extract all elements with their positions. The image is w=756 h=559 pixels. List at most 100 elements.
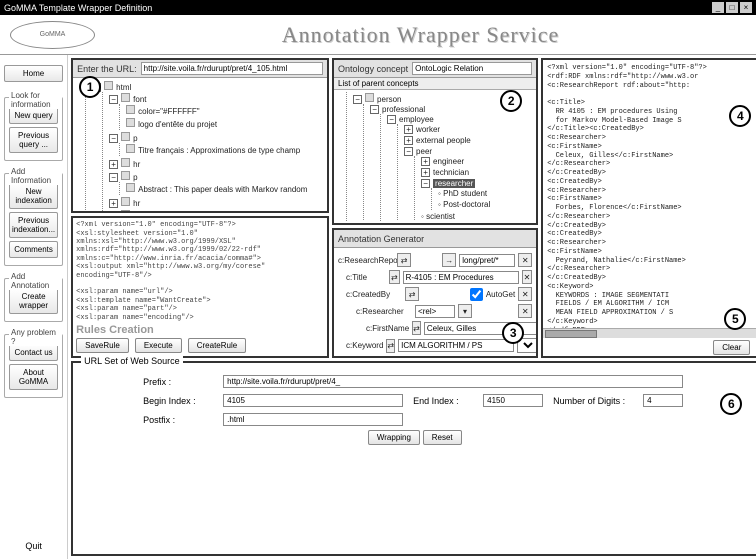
title-input[interactable] <box>403 271 519 284</box>
tree-node[interactable]: person <box>377 95 401 104</box>
quit-button[interactable]: Quit <box>4 537 63 555</box>
previous-query-button[interactable]: Previous query ... <box>9 127 58 153</box>
tree-leaf[interactable]: logo d'entête du projet <box>138 120 217 129</box>
url-label: Enter the URL: <box>77 64 137 74</box>
reset-button[interactable]: Reset <box>423 430 462 445</box>
wrapping-button[interactable]: Wrapping <box>368 430 420 445</box>
rdf-output: <?xml version="1.0" encoding="UTF-8"?> <… <box>545 62 754 328</box>
del-button[interactable]: ✕ <box>522 270 533 284</box>
rel-input[interactable] <box>415 305 455 318</box>
create-wrapper-button[interactable]: Create wrapper <box>9 288 58 314</box>
tree-node[interactable]: technician <box>433 168 469 177</box>
new-indexation-button[interactable]: New indexation <box>9 183 58 209</box>
url-input[interactable] <box>141 62 323 75</box>
ontology-input[interactable] <box>412 62 532 75</box>
about-button[interactable]: About GoMMA <box>9 364 58 390</box>
group-title: Any problem ? <box>9 328 62 346</box>
digits-input[interactable] <box>643 394 683 407</box>
sidebar-group-add-annotation: Add Annotation Create wrapper <box>4 278 63 322</box>
tree-node[interactable]: worker <box>416 125 440 134</box>
expand-icon[interactable]: − <box>370 105 379 114</box>
report-input[interactable] <box>459 254 515 267</box>
prefix-input[interactable] <box>223 375 683 388</box>
leaf-icon <box>126 144 135 153</box>
new-query-button[interactable]: New query <box>9 107 58 124</box>
badge-1: 1 <box>79 76 101 98</box>
tree-node[interactable]: peer <box>416 147 432 156</box>
expand-icon[interactable]: − <box>387 115 396 124</box>
tree-node[interactable]: employee <box>399 115 434 124</box>
url-set-panel: 6 URL Set of Web Source Prefix : Begin I… <box>71 361 756 556</box>
begin-index-input[interactable] <box>223 394 403 407</box>
autoget-checkbox[interactable] <box>470 288 483 301</box>
expand-icon[interactable]: − <box>421 179 430 188</box>
tree-node[interactable]: html <box>116 83 131 92</box>
h-scrollbar[interactable] <box>543 328 756 338</box>
expand-icon[interactable]: − <box>109 173 118 182</box>
group-title: Add Information <box>9 167 62 185</box>
link-button[interactable]: ⇄ <box>389 270 400 284</box>
dropdown-icon[interactable]: ▾ <box>458 304 472 318</box>
xsl-source: <?xml version="1.0" encoding="UTF-8"?> <… <box>76 221 324 322</box>
postfix-label: Postfix : <box>143 415 213 425</box>
h-scrollbar[interactable] <box>334 356 536 358</box>
keyword-label: c:Keyword <box>346 341 383 350</box>
html-tree[interactable]: −html −font color="#FFFFFF" logo d'entêt… <box>73 78 327 211</box>
ontology-subheader: List of parent concepts <box>334 78 536 90</box>
end-index-input[interactable] <box>483 394 543 407</box>
create-rule-button[interactable]: CreateRule <box>188 338 246 353</box>
previous-indexation-button[interactable]: Previous indexation... <box>9 212 58 238</box>
firstname-label: c:FirstName <box>366 324 409 333</box>
rules-panel: 4 <?xml version="1.0" encoding="UTF-8"?>… <box>71 216 329 358</box>
tree-node[interactable]: engineer <box>433 157 464 166</box>
tree-leaf[interactable]: scientist <box>426 212 455 221</box>
contact-us-button[interactable]: Contact us <box>9 344 58 361</box>
window-close-button[interactable]: × <box>740 2 752 13</box>
expand-icon[interactable]: − <box>109 95 118 104</box>
group-title: Add Annotation <box>9 272 62 290</box>
expand-icon[interactable]: − <box>404 147 413 156</box>
postfix-input[interactable] <box>223 413 403 426</box>
expand-icon[interactable]: + <box>109 199 118 208</box>
folder-icon <box>121 132 130 141</box>
arrow-button[interactable]: → <box>442 253 456 267</box>
home-button[interactable]: Home <box>4 65 63 82</box>
end-index-label: End Index : <box>413 396 473 406</box>
leaf-icon <box>126 118 135 127</box>
expand-icon[interactable]: − <box>109 134 118 143</box>
link-button[interactable]: ⇄ <box>397 253 411 267</box>
keyword-input[interactable] <box>398 339 514 352</box>
expand-icon[interactable]: + <box>404 125 413 134</box>
tree-leaf[interactable]: Titre français : Approximations de type … <box>138 146 300 155</box>
link-button[interactable]: ⇄ <box>405 287 419 301</box>
expand-icon[interactable]: + <box>421 168 430 177</box>
tree-node[interactable]: external people <box>416 136 471 145</box>
window-min-button[interactable]: _ <box>712 2 724 13</box>
folder-icon <box>365 93 374 102</box>
tree-leaf[interactable]: Abstract : This paper deals with Markov … <box>138 185 307 194</box>
tree-node-selected[interactable]: researcher <box>433 179 475 188</box>
expand-icon[interactable]: + <box>109 160 118 169</box>
tree-node[interactable]: professional <box>382 105 425 114</box>
del-button[interactable]: ✕ <box>518 253 532 267</box>
del-button[interactable]: ✕ <box>518 287 532 301</box>
comments-button[interactable]: Comments <box>9 241 58 258</box>
window-max-button[interactable]: □ <box>726 2 738 13</box>
leaf-icon <box>126 183 135 192</box>
del-button[interactable]: ✕ <box>518 304 532 318</box>
tree-leaf[interactable]: PhD student <box>443 189 487 198</box>
execute-button[interactable]: Execute <box>135 338 182 353</box>
tree-leaf[interactable]: Post-doctoral <box>443 200 490 209</box>
ontology-label: Ontology concept <box>338 64 408 74</box>
clear-button[interactable]: Clear <box>713 340 750 355</box>
expand-icon[interactable]: − <box>353 95 362 104</box>
sidebar: Home Look for information New query Prev… <box>0 55 68 559</box>
save-rule-button[interactable]: SaveRule <box>76 338 129 353</box>
link-button[interactable]: ⇄ <box>386 339 395 353</box>
sidebar-group-look: Look for information New query Previous … <box>4 97 63 161</box>
link-button[interactable]: ⇄ <box>412 321 421 335</box>
createdby-label: c:CreatedBy <box>346 290 402 299</box>
expand-icon[interactable]: + <box>421 157 430 166</box>
tree-leaf[interactable]: color="#FFFFFF" <box>138 107 199 116</box>
expand-icon[interactable]: + <box>404 136 413 145</box>
